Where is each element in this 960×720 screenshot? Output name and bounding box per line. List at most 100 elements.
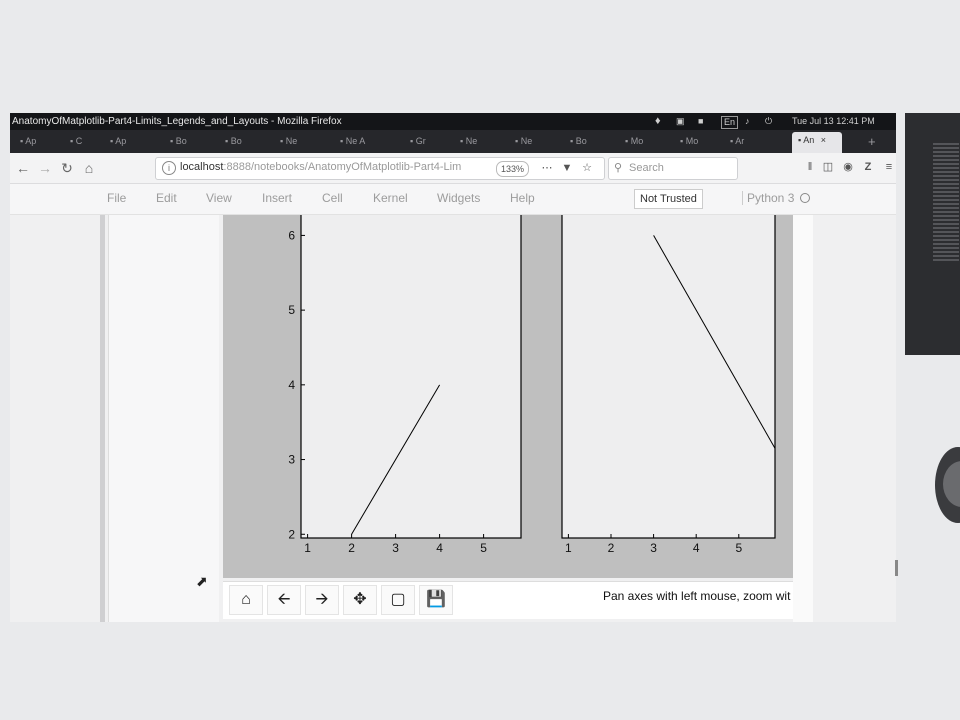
y-tick-label: 5 <box>288 303 295 317</box>
new-tab-icon[interactable]: + <box>868 133 876 150</box>
pocket-icon[interactable]: ▼ <box>560 161 574 175</box>
figure-toolbar: ⌂ 🡨 🡪 ✥ ▢ 💾 Pan axes with left mouse, zo… <box>223 581 793 619</box>
x-tick-label: 4 <box>693 541 700 555</box>
tab-label: Ap <box>25 136 37 146</box>
x-tick-label: 3 <box>392 541 399 555</box>
tab-label: Ar <box>735 136 745 146</box>
chat-icon[interactable]: ▣ <box>676 113 685 130</box>
tab-item[interactable]: ▪ Bo <box>570 133 587 150</box>
forward-arrow-icon[interactable]: 🡪 <box>305 585 339 615</box>
zotero-icon[interactable]: Z <box>861 160 875 174</box>
search-placeholder: Search <box>629 162 664 174</box>
x-tick-label: 2 <box>608 541 615 555</box>
notebook-area: 123452345612345 ⌂ 🡨 🡪 ✥ ▢ 💾 Pan axes wit… <box>10 215 896 622</box>
tab-label: Ne <box>520 136 533 146</box>
bell-icon[interactable]: ♦ <box>655 113 661 130</box>
url-bar[interactable]: i localhost:8888/notebooks/AnatomyOfMatp… <box>155 157 605 180</box>
notebook-cell-margin <box>108 215 219 622</box>
logo-icon <box>935 447 960 523</box>
navigation-bar: ← → ↻ ⌂ i localhost:8888/notebooks/Anato… <box>10 153 896 184</box>
tab-item[interactable]: ▪ Bo <box>225 133 242 150</box>
figure-canvas[interactable]: 123452345612345 <box>223 215 793 578</box>
keyboard-layout[interactable]: En <box>721 116 739 129</box>
kernel-name: Python 3 <box>742 191 794 205</box>
tab-active[interactable]: ▪ An × <box>792 132 842 153</box>
tab-label: Gr <box>415 136 426 146</box>
zoom-rect-icon[interactable]: ▢ <box>381 585 415 615</box>
back-icon[interactable]: ← <box>14 159 32 177</box>
home-icon[interactable]: ⌂ <box>229 585 263 615</box>
tab-label: C <box>75 136 83 146</box>
x-tick-label: 5 <box>480 541 487 555</box>
side-panel-pattern <box>933 143 959 263</box>
tab-item[interactable]: ▪ C <box>70 133 82 150</box>
back-arrow-icon[interactable]: 🡨 <box>267 585 301 615</box>
close-icon[interactable]: × <box>821 135 826 145</box>
y-tick-label: 6 <box>288 228 295 242</box>
axes-1-background <box>300 215 522 539</box>
home-icon[interactable]: ⌂ <box>80 159 98 177</box>
x-tick-label: 4 <box>436 541 443 555</box>
tab-item[interactable]: ▪ Ne <box>280 133 297 150</box>
logo-inner <box>943 461 960 507</box>
menu-widgets[interactable]: Widgets <box>437 191 480 205</box>
extension-icon[interactable]: ◉ <box>841 160 855 174</box>
tab-item[interactable]: ▪ Ne A <box>340 133 365 150</box>
side-panel <box>905 113 960 355</box>
window-title: AnatomyOfMatplotlib-Part4-Limits_Legends… <box>12 116 342 127</box>
zoom-indicator[interactable]: 133% <box>496 161 530 177</box>
drive-icon[interactable]: ■ <box>698 113 703 130</box>
url-text[interactable]: localhost:8888/notebooks/AnatomyOfMatplo… <box>180 161 461 173</box>
save-icon[interactable]: 💾 <box>419 585 453 615</box>
x-tick-label: 5 <box>735 541 742 555</box>
tab-label: Ap <box>115 136 127 146</box>
x-tick-label: 3 <box>650 541 657 555</box>
kernel-status-icon <box>800 193 810 203</box>
mouse-cursor-icon: ⬈ <box>196 573 208 589</box>
menu-cell[interactable]: Cell <box>322 191 343 205</box>
menu-edit[interactable]: Edit <box>156 191 177 205</box>
menu-icon[interactable]: ≡ <box>882 160 896 174</box>
url-path: :8888/notebooks/AnatomyOfMatplotlib-Part… <box>223 161 462 173</box>
tab-label: Bo <box>575 136 587 146</box>
y-tick-label: 3 <box>288 453 295 467</box>
menu-kernel[interactable]: Kernel <box>373 191 408 205</box>
menu-file[interactable]: File <box>107 191 126 205</box>
tab-label: Ne A <box>345 136 366 146</box>
library-icon[interactable]: ‖ <box>803 160 817 174</box>
x-tick-label: 1 <box>304 541 311 555</box>
tab-item[interactable]: ▪ Ne <box>515 133 532 150</box>
pan-icon[interactable]: ✥ <box>343 585 377 615</box>
y-tick-label: 2 <box>288 527 295 541</box>
forward-icon[interactable]: → <box>36 159 54 177</box>
status-message: Pan axes with left mouse, zoom wit <box>603 589 791 603</box>
tab-strip: ▪ Ap ▪ C ▪ Ap ▪ Bo ▪ Bo ▪ Ne ▪ Ne A ▪ Gr ▪ Ne ▪ N… <box>10 130 896 153</box>
search-icon: ⚲ <box>614 162 623 174</box>
volume-icon[interactable]: ♪ <box>745 113 750 130</box>
reload-icon[interactable]: ↻ <box>58 159 76 177</box>
tab-label: Bo <box>175 136 187 146</box>
tab-item[interactable]: ▪ Ar <box>730 133 744 150</box>
tab-item[interactable]: ▪ Bo <box>170 133 187 150</box>
tab-item[interactable]: ▪ Gr <box>410 133 426 150</box>
sidebar-icon[interactable]: ◫ <box>821 160 835 174</box>
info-icon[interactable]: i <box>162 161 176 175</box>
firefox-window: AnatomyOfMatplotlib-Part4-Limits_Legends… <box>10 113 896 622</box>
figure-svg[interactable]: 1 2 3 4 5234561 2 3 4 5 <box>223 215 793 578</box>
search-field[interactable]: ⚲ Search <box>608 157 738 180</box>
tab-item[interactable]: ▪ Ap <box>110 133 126 150</box>
tab-label: Mo <box>630 136 644 146</box>
menu-view[interactable]: View <box>206 191 232 205</box>
url-host: localhost <box>180 161 224 173</box>
scrollbar-thumb[interactable] <box>895 560 898 576</box>
more-icon[interactable]: ⋯ <box>540 161 554 175</box>
not-trusted-badge[interactable]: Not Trusted <box>634 189 703 209</box>
tab-item[interactable]: ▪ Ne <box>460 133 477 150</box>
tab-item[interactable]: ▪ Mo <box>680 133 698 150</box>
tab-item[interactable]: ▪ Ap <box>20 133 36 150</box>
bookmark-star-icon[interactable]: ☆ <box>580 161 594 175</box>
menu-help[interactable]: Help <box>510 191 535 205</box>
menu-insert[interactable]: Insert <box>262 191 292 205</box>
tab-item[interactable]: ▪ Mo <box>625 133 643 150</box>
power-icon[interactable]: ⏻ <box>765 113 772 130</box>
